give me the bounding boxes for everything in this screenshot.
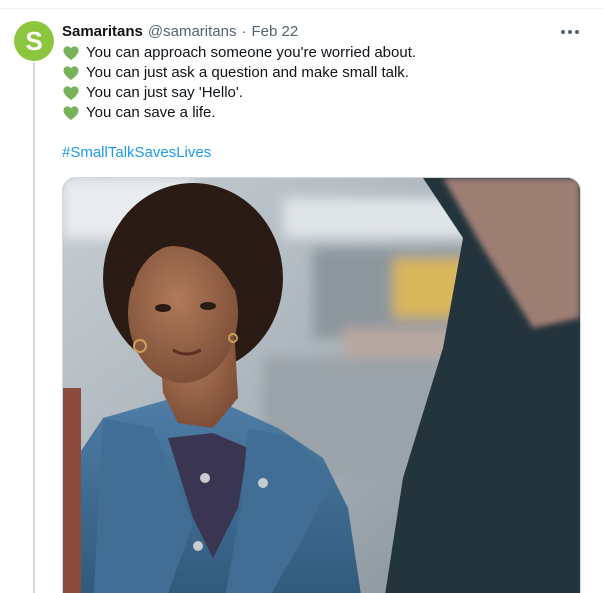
- tweet-text: You can approach someone you're worried …: [62, 43, 582, 123]
- avatar-letter: S: [25, 26, 43, 56]
- more-options-icon: [575, 30, 579, 34]
- more-options-icon: [568, 30, 572, 34]
- tweet-line: You can just ask a question and make sma…: [62, 63, 582, 83]
- tweet-header: Samaritans @samaritans · Feb 22: [62, 22, 298, 42]
- tweet-screenshot: S Samaritans @samaritans · Feb 22 You ca…: [0, 0, 603, 593]
- tweet-line-text: You can save a life.: [86, 104, 216, 121]
- tweet-line: You can just say 'Hello'.: [62, 83, 582, 103]
- green-heart-icon: [63, 66, 79, 81]
- tweet-line-text: You can just say 'Hello'.: [86, 84, 243, 101]
- top-divider: [0, 0, 603, 9]
- tweet-line: You can approach someone you're worried …: [62, 43, 582, 63]
- hashtag-link[interactable]: #SmallTalkSavesLives: [62, 143, 211, 163]
- separator-dot: ·: [241, 23, 247, 40]
- author-name[interactable]: Samaritans: [62, 22, 143, 42]
- thread-line: [33, 62, 35, 593]
- more-options-button[interactable]: [556, 20, 584, 44]
- avatar[interactable]: S: [14, 21, 54, 61]
- author-handle[interactable]: @samaritans: [148, 22, 237, 42]
- green-heart-icon: [63, 106, 79, 121]
- tweet-date[interactable]: Feb 22: [251, 22, 298, 42]
- tweet-media-video[interactable]: [62, 177, 581, 593]
- tweet-line-text: You can just ask a question and make sma…: [86, 64, 409, 81]
- video-frame-illustration: [63, 178, 580, 593]
- tweet-line: You can save a life.: [62, 103, 582, 123]
- more-options-icon: [561, 30, 565, 34]
- green-heart-icon: [63, 46, 79, 61]
- green-heart-icon: [63, 86, 79, 101]
- tweet-line-text: You can approach someone you're worried …: [86, 44, 417, 61]
